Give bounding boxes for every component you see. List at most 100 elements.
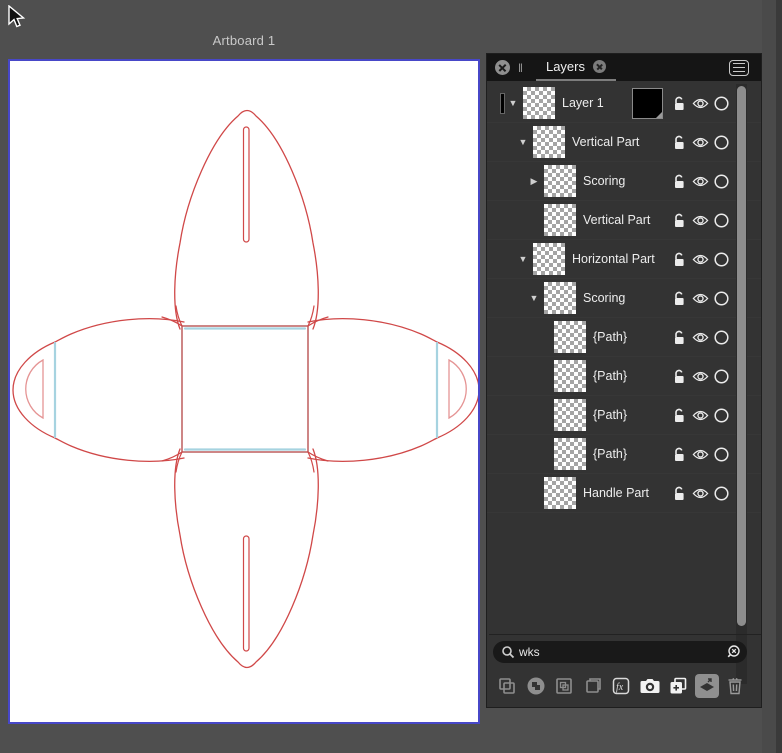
selection-circle-icon[interactable]: [713, 251, 730, 268]
eye-icon[interactable]: [692, 95, 709, 112]
edit-all-layers-icon[interactable]: [524, 674, 548, 698]
layer-row[interactable]: ▼ Horizontal Part: [487, 240, 761, 279]
layer-row[interactable]: {Path}: [487, 318, 761, 357]
scrollbar-thumb[interactable]: [737, 86, 746, 626]
layer-row[interactable]: ▼ Vertical Part: [487, 123, 761, 162]
layer-thumbnail[interactable]: [544, 204, 576, 236]
unlock-icon[interactable]: [671, 368, 688, 385]
disclosure-triangle-icon[interactable]: [537, 357, 551, 395]
layer-name[interactable]: {Path}: [593, 396, 627, 434]
disclosure-triangle-icon[interactable]: ▼: [516, 240, 530, 278]
eye-icon[interactable]: [692, 368, 709, 385]
layer-row[interactable]: ▼ Scoring: [487, 279, 761, 318]
selection-circle-icon[interactable]: [713, 134, 730, 151]
layer-thumbnail[interactable]: [554, 321, 586, 353]
layer-name[interactable]: Scoring: [583, 162, 625, 200]
selection-circle-icon[interactable]: [713, 212, 730, 229]
selection-circle-icon[interactable]: [713, 485, 730, 502]
delete-icon[interactable]: [723, 674, 747, 698]
selection-circle-icon[interactable]: [713, 407, 730, 424]
eye-icon[interactable]: [692, 212, 709, 229]
unlock-icon[interactable]: [671, 251, 688, 268]
disclosure-triangle-icon[interactable]: [537, 396, 551, 434]
layer-row[interactable]: ▼ Layer 1: [487, 84, 761, 123]
disclosure-triangle-icon[interactable]: ▶: [527, 162, 541, 200]
layers-panel: ‖ Layers ▼ Layer 1 ▼ Vertical Part: [486, 53, 762, 708]
selection-circle-icon[interactable]: [713, 95, 730, 112]
unlock-icon[interactable]: [671, 95, 688, 112]
layer-name[interactable]: Vertical Part: [583, 201, 650, 239]
layer-thumbnail[interactable]: [554, 438, 586, 470]
layer-thumbnail[interactable]: [533, 243, 565, 275]
layer-name[interactable]: {Path}: [593, 435, 627, 473]
die-cut-template-drawing: [10, 61, 478, 722]
eye-icon[interactable]: [692, 290, 709, 307]
unlock-icon[interactable]: [671, 446, 688, 463]
layer-effects-icon[interactable]: fx: [609, 674, 633, 698]
layer-row[interactable]: Handle Part: [487, 474, 761, 513]
selection-circle-icon[interactable]: [713, 329, 730, 346]
eye-icon[interactable]: [692, 134, 709, 151]
unlock-icon[interactable]: [671, 290, 688, 307]
selection-circle-icon[interactable]: [713, 368, 730, 385]
eye-icon[interactable]: [692, 446, 709, 463]
snapshot-icon[interactable]: [638, 674, 662, 698]
disclosure-triangle-icon[interactable]: ▼: [506, 84, 520, 122]
disclosure-triangle-icon[interactable]: [537, 318, 551, 356]
layer-name[interactable]: Vertical Part: [572, 123, 639, 161]
panel-menu-icon[interactable]: [729, 60, 749, 76]
eye-icon[interactable]: [692, 485, 709, 502]
disclosure-triangle-icon[interactable]: [537, 435, 551, 473]
layer-name[interactable]: Scoring: [583, 279, 625, 317]
disclosure-triangle-icon[interactable]: ▼: [516, 123, 530, 161]
eye-icon[interactable]: [692, 173, 709, 190]
mask-layer-icon[interactable]: [695, 674, 719, 698]
layer-name[interactable]: {Path}: [593, 357, 627, 395]
tab-close-icon[interactable]: [593, 60, 606, 73]
selection-circle-icon[interactable]: [713, 290, 730, 307]
search-clear-icon[interactable]: [725, 644, 741, 660]
eye-icon[interactable]: [692, 329, 709, 346]
layer-thumbnail[interactable]: [544, 165, 576, 197]
search-input[interactable]: [515, 645, 725, 659]
layer-search-bar: [493, 641, 747, 663]
eye-icon[interactable]: [692, 407, 709, 424]
layer-color-swatch[interactable]: [632, 88, 663, 119]
unlock-icon[interactable]: [671, 485, 688, 502]
selection-circle-icon[interactable]: [713, 446, 730, 463]
panel-close-icon[interactable]: [495, 60, 510, 75]
layer-thumbnail[interactable]: [544, 477, 576, 509]
insert-target-icon[interactable]: [581, 674, 605, 698]
layer-row[interactable]: ▶ Scoring: [487, 162, 761, 201]
artboard-canvas[interactable]: [10, 61, 478, 722]
layer-row[interactable]: Vertical Part: [487, 201, 761, 240]
layer-name[interactable]: Layer 1: [562, 84, 604, 122]
layer-thumbnail[interactable]: [523, 87, 555, 119]
layer-color-bar: [500, 93, 505, 114]
layer-row[interactable]: {Path}: [487, 435, 761, 474]
layer-thumbnail[interactable]: [554, 399, 586, 431]
layer-name[interactable]: Horizontal Part: [572, 240, 655, 278]
layer-thumbnail[interactable]: [544, 282, 576, 314]
tab-layers[interactable]: Layers: [536, 54, 616, 81]
disclosure-triangle-icon[interactable]: [527, 474, 541, 512]
unlock-icon[interactable]: [671, 407, 688, 424]
disclosure-triangle-icon[interactable]: ▼: [527, 279, 541, 317]
selection-circle-icon[interactable]: [713, 173, 730, 190]
add-layer-icon[interactable]: [666, 674, 690, 698]
unlock-icon[interactable]: [671, 212, 688, 229]
disclosure-triangle-icon[interactable]: [527, 201, 541, 239]
unlock-icon[interactable]: [671, 134, 688, 151]
layer-name[interactable]: Handle Part: [583, 474, 649, 512]
panel-grip-icon[interactable]: ‖: [518, 61, 524, 75]
unlock-icon[interactable]: [671, 329, 688, 346]
insert-inside-icon[interactable]: [552, 674, 576, 698]
layer-name[interactable]: {Path}: [593, 318, 627, 356]
eye-icon[interactable]: [692, 251, 709, 268]
unlock-icon[interactable]: [671, 173, 688, 190]
layer-thumbnail[interactable]: [554, 360, 586, 392]
layer-row[interactable]: {Path}: [487, 357, 761, 396]
layer-thumbnail[interactable]: [533, 126, 565, 158]
duplicate-icon[interactable]: [495, 674, 519, 698]
layer-row[interactable]: {Path}: [487, 396, 761, 435]
